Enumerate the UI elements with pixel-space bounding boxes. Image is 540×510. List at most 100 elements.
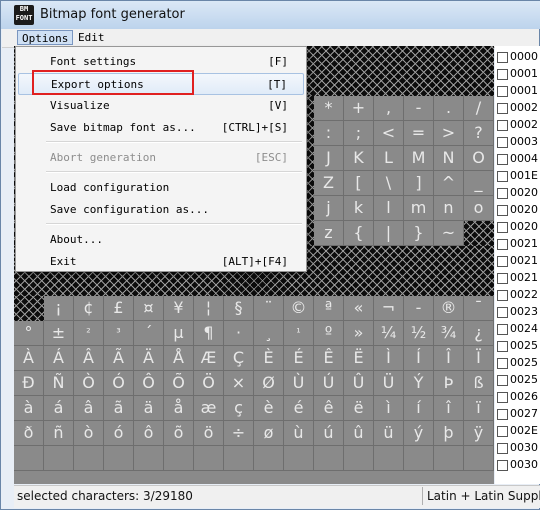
subset-list-item[interactable]: 0001 [497,84,538,101]
subset-checkbox[interactable] [497,340,508,352]
glyph-cell[interactable]: ¿ [464,321,494,346]
subset-list-item[interactable]: 0020 [497,203,538,220]
glyph-cell[interactable]: Ì [374,346,404,371]
glyph-cell[interactable] [134,446,164,471]
glyph-cell[interactable] [374,446,404,471]
glyph-cell[interactable]: ± [44,321,74,346]
glyph-cell[interactable]: . [434,96,464,121]
glyph-cell[interactable]: / [464,96,494,121]
glyph-cell[interactable]: ¸ [254,321,284,346]
glyph-cell[interactable]: Û [344,371,374,396]
glyph-cell[interactable]: ³ [104,321,134,346]
subset-checkbox[interactable] [497,442,508,454]
menu-item-visualize[interactable]: Visualize [V] [18,95,304,117]
glyph-cell[interactable]: Ú [314,371,344,396]
glyph-cell[interactable]: { [344,221,374,246]
subset-checkbox[interactable] [497,408,508,420]
glyph-cell[interactable]: Ã [104,346,134,371]
glyph-cell[interactable]: ý [404,421,434,446]
glyph-cell[interactable]: î [434,396,464,421]
menu-item-save-configuration[interactable]: Save configuration as... [18,199,304,221]
subset-list-item[interactable]: 0021 [497,254,538,271]
subset-checkbox[interactable] [497,459,508,471]
glyph-cell[interactable]: ï [464,396,494,421]
glyph-cell[interactable]: N [434,146,464,171]
glyph-cell[interactable]: ; [344,121,374,146]
glyph-cell[interactable] [194,446,224,471]
subset-checkbox[interactable] [497,323,508,335]
glyph-cell[interactable]: Ü [374,371,404,396]
glyph-cell[interactable]: z [314,221,344,246]
glyph-cell[interactable]: m [404,196,434,221]
glyph-cell[interactable]: ì [374,396,404,421]
glyph-cell[interactable]: Ï [464,346,494,371]
glyph-cell[interactable]: ð [14,421,44,446]
glyph-cell[interactable]: Ñ [44,371,74,396]
glyph-cell[interactable]: È [254,346,284,371]
subset-checkbox[interactable] [497,102,508,114]
glyph-cell[interactable]: ® [434,296,464,321]
glyph-cell[interactable]: ¨ [254,296,284,321]
glyph-cell[interactable]: É [284,346,314,371]
glyph-cell[interactable]: Z [314,171,344,196]
glyph-cell[interactable]: é [284,396,314,421]
glyph-cell[interactable]: ¶ [194,321,224,346]
glyph-cell[interactable]: £ [104,296,134,321]
glyph-cell[interactable]: ö [194,421,224,446]
glyph-cell[interactable]: Ù [284,371,314,396]
glyph-cell[interactable]: ÿ [464,421,494,446]
glyph-cell[interactable]: Ó [104,371,134,396]
glyph-cell[interactable]: M [404,146,434,171]
subset-list-item[interactable]: 0025 [497,356,538,373]
glyph-cell[interactable]: k [344,196,374,221]
subset-list-item[interactable]: 0000 [497,50,538,67]
glyph-cell[interactable]: á [44,396,74,421]
glyph-cell[interactable] [74,446,104,471]
glyph-cell[interactable]: Ý [404,371,434,396]
glyph-cell[interactable] [164,446,194,471]
glyph-cell[interactable]: Î [434,346,464,371]
subset-checkbox[interactable] [497,425,508,437]
glyph-cell[interactable] [344,446,374,471]
glyph-cell[interactable]: Ö [194,371,224,396]
menu-item-save-bitmap-font[interactable]: Save bitmap font as... [CTRL]+[S] [18,117,304,139]
subset-checkbox[interactable] [497,170,508,182]
subset-list-item[interactable]: 0003 [497,135,538,152]
glyph-cell[interactable]: Ô [134,371,164,396]
glyph-cell[interactable]: ¯ [464,296,494,321]
subset-checkbox[interactable] [497,357,508,369]
menu-options[interactable]: Options [17,30,74,45]
subset-checkbox[interactable] [497,85,508,97]
glyph-cell[interactable]: í [404,396,434,421]
subset-checkbox[interactable] [497,187,508,199]
subset-checkbox[interactable] [497,221,508,233]
subset-list-item[interactable]: 0021 [497,271,538,288]
glyph-cell[interactable]: Ä [134,346,164,371]
subset-checkbox[interactable] [497,374,508,386]
subset-checkbox[interactable] [497,119,508,131]
subset-list-item[interactable]: 0020 [497,186,538,203]
glyph-cell[interactable]: } [404,221,434,246]
subset-list-item[interactable]: 0021 [497,237,538,254]
subset-checkbox[interactable] [497,51,508,63]
glyph-cell[interactable]: | [374,221,404,246]
subset-list-item[interactable]: 0023 [497,305,538,322]
glyph-cell[interactable]: × [224,371,254,396]
glyph-cell[interactable]: Æ [194,346,224,371]
glyph-cell[interactable]: ^ [434,171,464,196]
glyph-cell[interactable]: O [464,146,494,171]
subset-list-item[interactable]: 0020 [497,220,538,237]
glyph-cell[interactable]: ] [404,171,434,196]
subset-list-item[interactable]: 0004 [497,152,538,169]
glyph-cell[interactable]: â [74,396,104,421]
subset-list-item[interactable]: 002E [497,424,538,441]
glyph-cell[interactable]: ¦ [194,296,224,321]
glyph-cell[interactable] [254,446,284,471]
glyph-cell[interactable]: ü [374,421,404,446]
glyph-cell[interactable]: ú [314,421,344,446]
subset-list-item[interactable]: 0024 [497,322,538,339]
glyph-cell[interactable]: º [314,321,344,346]
subset-checkbox[interactable] [497,136,508,148]
glyph-cell[interactable] [404,446,434,471]
glyph-cell[interactable] [224,446,254,471]
